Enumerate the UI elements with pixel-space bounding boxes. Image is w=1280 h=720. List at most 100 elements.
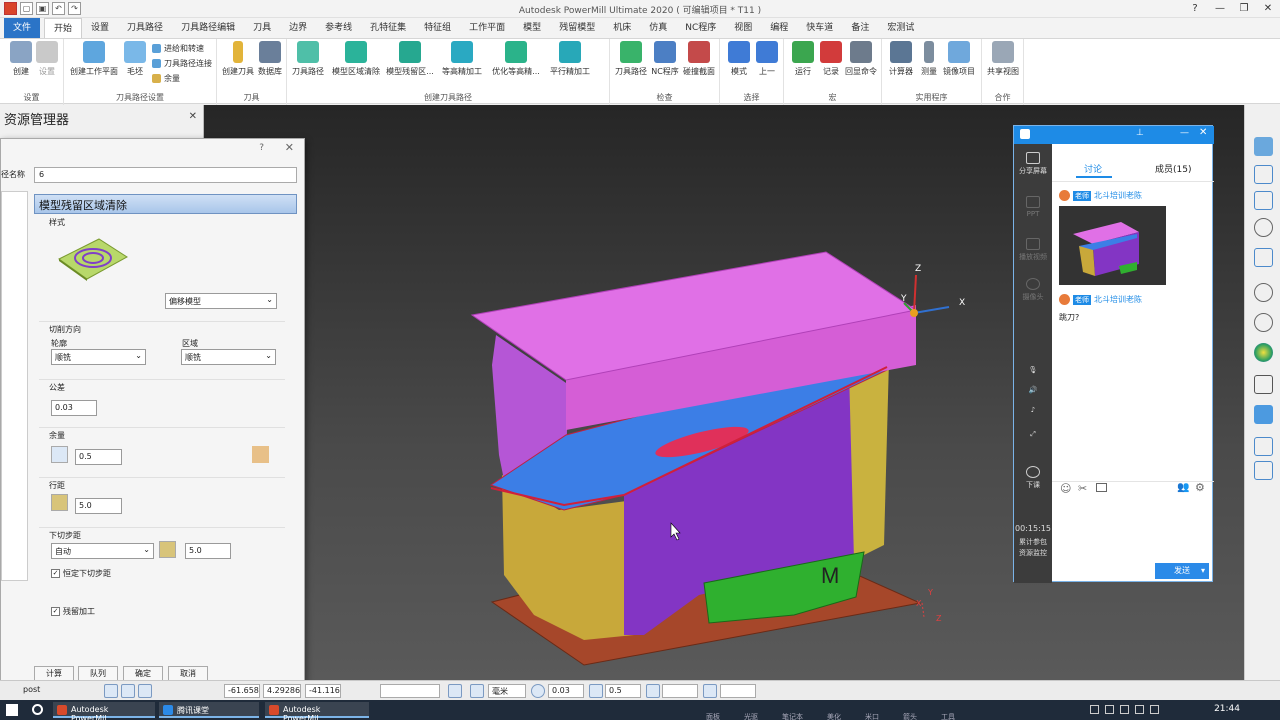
strategy-tree[interactable] [1,191,28,581]
feeds-speeds-button[interactable]: 进给和转速 [152,43,204,54]
profile-select[interactable]: 顺铣 ⌄ [51,349,146,365]
diameter-icon[interactable] [646,684,660,698]
send-button[interactable]: 发送 ▾ [1155,563,1209,579]
speaker-icon[interactable]: 🔊 [1014,386,1052,394]
zoom-in-icon[interactable] [1254,283,1273,302]
calculator-status-icon[interactable] [448,684,462,698]
tray-label[interactable]: 笔记本 [782,712,803,720]
tab-discussion[interactable]: 讨论 [1084,162,1102,175]
model-area-clearance-button[interactable]: 模型区域清除 [329,41,383,77]
iso-view-icon[interactable] [1254,165,1273,184]
stepdown-mode-select[interactable]: 自动 ⌄ [51,543,154,559]
thickness-button[interactable]: 余量 [152,73,180,84]
tolerance-icon[interactable] [531,684,545,698]
tab-model[interactable]: 模型 [514,18,550,38]
emoji-icon[interactable]: ☺ [1060,482,1071,495]
echo-commands-button[interactable]: 回显命令 [842,41,880,77]
constant-z-finishing-button[interactable]: 等高精加工 [437,41,487,77]
help-icon[interactable]: ? [1183,0,1207,18]
tray-label[interactable]: 米口 [865,712,879,720]
stepover-input[interactable]: 5.0 [75,498,122,514]
toolpath-connections-button[interactable]: 刀具路径连接 [152,58,212,69]
tab-program[interactable]: 编程 [761,18,797,38]
taskbar-app-powermill-1[interactable]: Autodesk PowerMil... [53,702,155,720]
start-button[interactable] [6,704,18,716]
ime-icon[interactable] [1135,705,1144,714]
thickness-field[interactable]: 0.5 [605,684,641,698]
tab-features[interactable]: 特征组 [415,18,460,38]
tray-label[interactable]: 美化 [827,712,841,720]
thickness-extra-icon[interactable] [252,446,269,463]
tab-holes[interactable]: 孔特征集 [361,18,415,38]
zoom-icon[interactable] [1254,218,1273,237]
model-rest-area-button[interactable]: 模型残留区... [385,41,435,77]
area-select[interactable]: 顺铣 ⌄ [181,349,276,365]
angle-icon[interactable] [703,684,717,698]
tab-notes[interactable]: 备注 [842,18,878,38]
toolpath-name-input[interactable]: 6 [34,167,297,183]
tolerance-input[interactable]: 0.03 [51,400,97,416]
tolerance-field[interactable]: 0.03 [548,684,584,698]
verify-toolpath-button[interactable]: 刀具路径 [612,41,650,77]
shading-icon[interactable] [1254,343,1273,362]
refresh-view-icon[interactable] [1254,248,1273,267]
stepover-copy-icon[interactable] [51,494,68,511]
shaded-box-icon[interactable] [1254,405,1273,424]
chat-pin-icon[interactable]: ⊥ [1136,128,1144,138]
send-options-chevron-icon[interactable]: ▾ [1201,563,1205,579]
chat-settings-icon[interactable]: ⚙ [1195,481,1205,494]
image-icon[interactable] [1096,483,1107,492]
tab-home[interactable]: 开始 [44,18,83,38]
tab-toolpath-edit[interactable]: 刀具路径编辑 [172,18,244,38]
units-icon[interactable] [470,684,484,698]
microphone-icon[interactable]: 🎙 [1014,366,1052,374]
chat-minimize-icon[interactable]: — [1180,128,1189,138]
dialog-close-icon[interactable]: ✕ [285,141,294,154]
raster-finishing-button[interactable]: 平行精加工 [545,41,595,77]
units-field[interactable]: 毫米 [488,684,526,698]
wireframe-icon[interactable] [1254,375,1273,394]
stepdown-input[interactable]: 5.0 [185,543,231,559]
collision-section-button[interactable]: 碰撞截面 [680,41,718,77]
rotate-view-icon[interactable] [1254,191,1273,210]
rest-machining-checkbox[interactable]: ✓ 残留加工 [51,606,95,617]
chat-image-thumbnail[interactable] [1059,206,1166,285]
tab-workplane[interactable]: 工作平面 [460,18,514,38]
view-from-top-icon[interactable] [1254,137,1273,156]
tray-label[interactable]: 面板 [706,712,720,720]
tab-pattern[interactable]: 参考线 [316,18,361,38]
tab-boundary[interactable]: 边界 [280,18,316,38]
battery-icon[interactable] [1120,705,1129,714]
optimized-constant-z-button[interactable]: 优化等高精... [489,41,543,77]
select-undo-icon[interactable] [1254,461,1273,480]
tab-nc-program[interactable]: NC程序 [676,18,725,38]
volume-icon[interactable] [1105,705,1114,714]
scissors-icon[interactable]: ✂ [1078,482,1087,495]
tray-label[interactable]: 工具 [941,712,955,720]
restore-button[interactable]: ❐ [1232,0,1256,18]
play-video-button[interactable]: 播放视频 [1014,238,1052,262]
tray-label[interactable]: 箭头 [903,712,917,720]
network-icon[interactable] [1090,705,1099,714]
search-icon[interactable] [32,704,43,715]
ppt-button[interactable]: PPT [1014,196,1052,218]
settings-button[interactable]: 设置 [28,41,66,77]
tab-machine[interactable]: 机床 [604,18,640,38]
share-screen-button[interactable]: 分享屏幕 [1014,152,1052,176]
taskbar-clock[interactable]: 21:44 [1214,704,1240,714]
status-icon-1[interactable] [104,684,118,698]
status-icon-2[interactable] [121,684,135,698]
toolpath-button[interactable]: 刀具路径 [289,41,327,77]
select-previous-button[interactable]: 上一 [748,41,786,77]
thickness-status-icon[interactable] [589,684,603,698]
tab-fast-lane[interactable]: 快车道 [797,18,842,38]
music-icon[interactable]: ♪ [1014,406,1052,414]
database-button[interactable]: 数据库 [251,41,289,77]
fullscreen-icon[interactable]: ⤢ [1014,430,1052,439]
camera-button[interactable]: 摄像头 [1014,278,1052,302]
taskbar-app-powermill-2[interactable]: Autodesk PowerMil... [265,702,369,720]
workplane-select[interactable]: post [20,684,78,698]
mirror-button[interactable]: 镜像项目 [940,41,978,77]
thickness-input[interactable]: 0.5 [75,449,122,465]
constant-stepdown-checkbox[interactable]: ✓ 恒定下切步距 [51,568,111,579]
